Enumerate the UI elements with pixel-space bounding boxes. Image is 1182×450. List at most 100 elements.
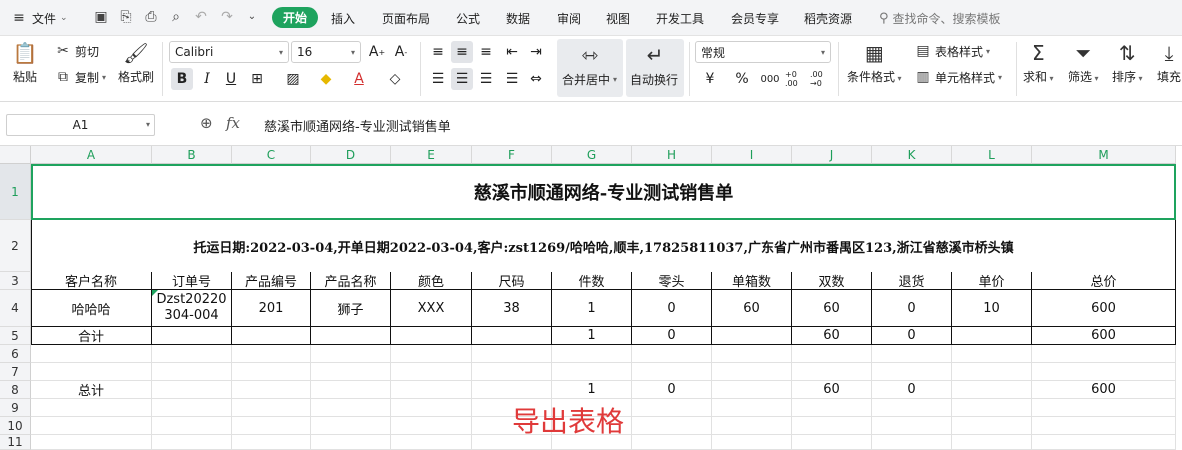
cell[interactable] (712, 435, 792, 450)
table-data-cell[interactable]: 10 (952, 290, 1032, 327)
table-header-cell[interactable]: 订单号 (152, 272, 232, 290)
table-data-cell[interactable]: 60 (712, 290, 792, 327)
cell[interactable] (1032, 417, 1176, 435)
table-header-cell[interactable]: 总价 (1032, 272, 1176, 290)
subtotal-cell[interactable]: 1 (552, 327, 632, 345)
grand-total-cell[interactable] (472, 381, 552, 399)
column-header-d[interactable]: D (311, 146, 391, 164)
column-header-f[interactable]: F (472, 146, 552, 164)
decrease-indent-icon[interactable]: ⇤ (501, 41, 523, 63)
table-data-cell[interactable]: 38 (472, 290, 552, 327)
cell[interactable] (232, 345, 311, 363)
cell[interactable] (792, 435, 872, 450)
file-menu[interactable]: ≡ 文件 ⌄ (10, 9, 67, 27)
grand-total-cell[interactable]: 600 (1032, 381, 1176, 399)
cell[interactable] (311, 417, 391, 435)
cell[interactable] (872, 417, 952, 435)
cell[interactable] (552, 363, 632, 381)
font-name-select[interactable]: Calibri ▾ (169, 41, 289, 63)
justify-icon[interactable]: ☰ (501, 68, 523, 90)
subtotal-cell[interactable]: 60 (792, 327, 872, 345)
zoom-icon[interactable]: ⊕ (200, 114, 213, 132)
grand-total-cell[interactable] (232, 381, 311, 399)
tab-docer-resources[interactable]: 稻壳资源 (804, 10, 852, 27)
command-search[interactable]: ⚲ 查找命令、搜索模板 (879, 10, 1001, 27)
row-header-4[interactable]: 4 (0, 290, 31, 327)
cell[interactable] (952, 345, 1032, 363)
font-size-select[interactable]: 16 ▾ (291, 41, 361, 63)
grand-total-cell[interactable]: 1 (552, 381, 632, 399)
cell[interactable] (391, 345, 472, 363)
filter-button[interactable]: ⏷ 筛选 ▾ (1068, 40, 1099, 85)
row-header-5[interactable]: 5 (0, 327, 31, 345)
cell[interactable] (632, 417, 712, 435)
cell[interactable] (952, 399, 1032, 417)
fill-pattern-icon[interactable]: ▨ (282, 68, 304, 90)
cell[interactable] (472, 363, 552, 381)
cell[interactable] (792, 399, 872, 417)
table-data-cell[interactable]: 60 (792, 290, 872, 327)
row-header-11[interactable]: 11 (0, 435, 31, 450)
table-data-cell[interactable]: 哈哈哈 (31, 290, 152, 327)
table-header-cell[interactable]: 客户名称 (31, 272, 152, 290)
table-header-cell[interactable]: 件数 (552, 272, 632, 290)
row-header-6[interactable]: 6 (0, 345, 31, 363)
export-pdf-icon[interactable]: ⎘ (117, 8, 135, 26)
cell[interactable] (232, 417, 311, 435)
increase-font-icon[interactable]: A + (366, 41, 388, 63)
cell[interactable] (472, 345, 552, 363)
thousands-icon[interactable]: 000 (757, 68, 783, 90)
column-header-g[interactable]: G (552, 146, 632, 164)
tab-home[interactable]: 开始 (272, 7, 319, 28)
cell[interactable] (712, 345, 792, 363)
subtotal-cell[interactable]: 0 (872, 327, 952, 345)
cell[interactable] (232, 363, 311, 381)
cell[interactable] (31, 363, 152, 381)
cell[interactable] (1032, 363, 1176, 381)
cell[interactable] (712, 363, 792, 381)
column-header-l[interactable]: L (952, 146, 1032, 164)
cell[interactable] (632, 399, 712, 417)
table-header-cell[interactable]: 产品编号 (232, 272, 311, 290)
print-preview-icon[interactable]: ⌕ (167, 8, 185, 26)
subtotal-cell[interactable] (952, 327, 1032, 345)
grand-total-cell[interactable]: 60 (792, 381, 872, 399)
table-data-cell[interactable]: 狮子 (311, 290, 391, 327)
grand-total-cell[interactable]: 0 (632, 381, 712, 399)
name-box[interactable]: A1 ▾ (6, 114, 155, 136)
cell[interactable] (311, 435, 391, 450)
table-header-cell[interactable]: 产品名称 (311, 272, 391, 290)
cell[interactable] (152, 435, 232, 450)
cell[interactable] (31, 345, 152, 363)
subtitle-cell[interactable]: 托运日期:2022-03-04,开单日期2022-03-04,客户:zst126… (31, 220, 1176, 272)
cut-button[interactable]: ✂ 剪切 (54, 42, 99, 60)
grand-total-cell[interactable] (152, 381, 232, 399)
cell[interactable] (712, 417, 792, 435)
cell[interactable] (391, 363, 472, 381)
cell[interactable] (792, 417, 872, 435)
paste-button[interactable]: 📋 粘贴 (12, 40, 38, 85)
grand-total-cell[interactable] (311, 381, 391, 399)
quick-access-more-icon[interactable]: ⌄ (243, 8, 261, 26)
cell[interactable] (31, 435, 152, 450)
borders-icon[interactable]: ⊞ (246, 68, 268, 90)
column-header-a[interactable]: A (31, 146, 152, 164)
italic-button[interactable]: I (196, 68, 218, 90)
cell[interactable] (152, 363, 232, 381)
subtotal-label[interactable]: 合计 (31, 327, 152, 345)
cell[interactable] (552, 345, 632, 363)
copy-button[interactable]: ⧉ 复制 ▾ (54, 68, 106, 86)
tab-developer[interactable]: 开发工具 (656, 10, 704, 27)
table-data-cell[interactable]: 0 (632, 290, 712, 327)
table-header-cell[interactable]: 双数 (792, 272, 872, 290)
decrease-decimal-icon[interactable]: .00 →0 (810, 68, 832, 90)
row-header-9[interactable]: 9 (0, 399, 31, 417)
table-header-cell[interactable]: 单价 (952, 272, 1032, 290)
tab-data[interactable]: 数据 (506, 10, 530, 27)
cell[interactable] (632, 363, 712, 381)
cell[interactable] (792, 345, 872, 363)
subtotal-cell[interactable]: 0 (632, 327, 712, 345)
subtotal-cell[interactable] (232, 327, 311, 345)
table-style-button[interactable]: ▤ 表格样式 ▾ (914, 42, 990, 60)
sort-button[interactable]: ⇅ 排序 ▾ (1112, 40, 1143, 85)
